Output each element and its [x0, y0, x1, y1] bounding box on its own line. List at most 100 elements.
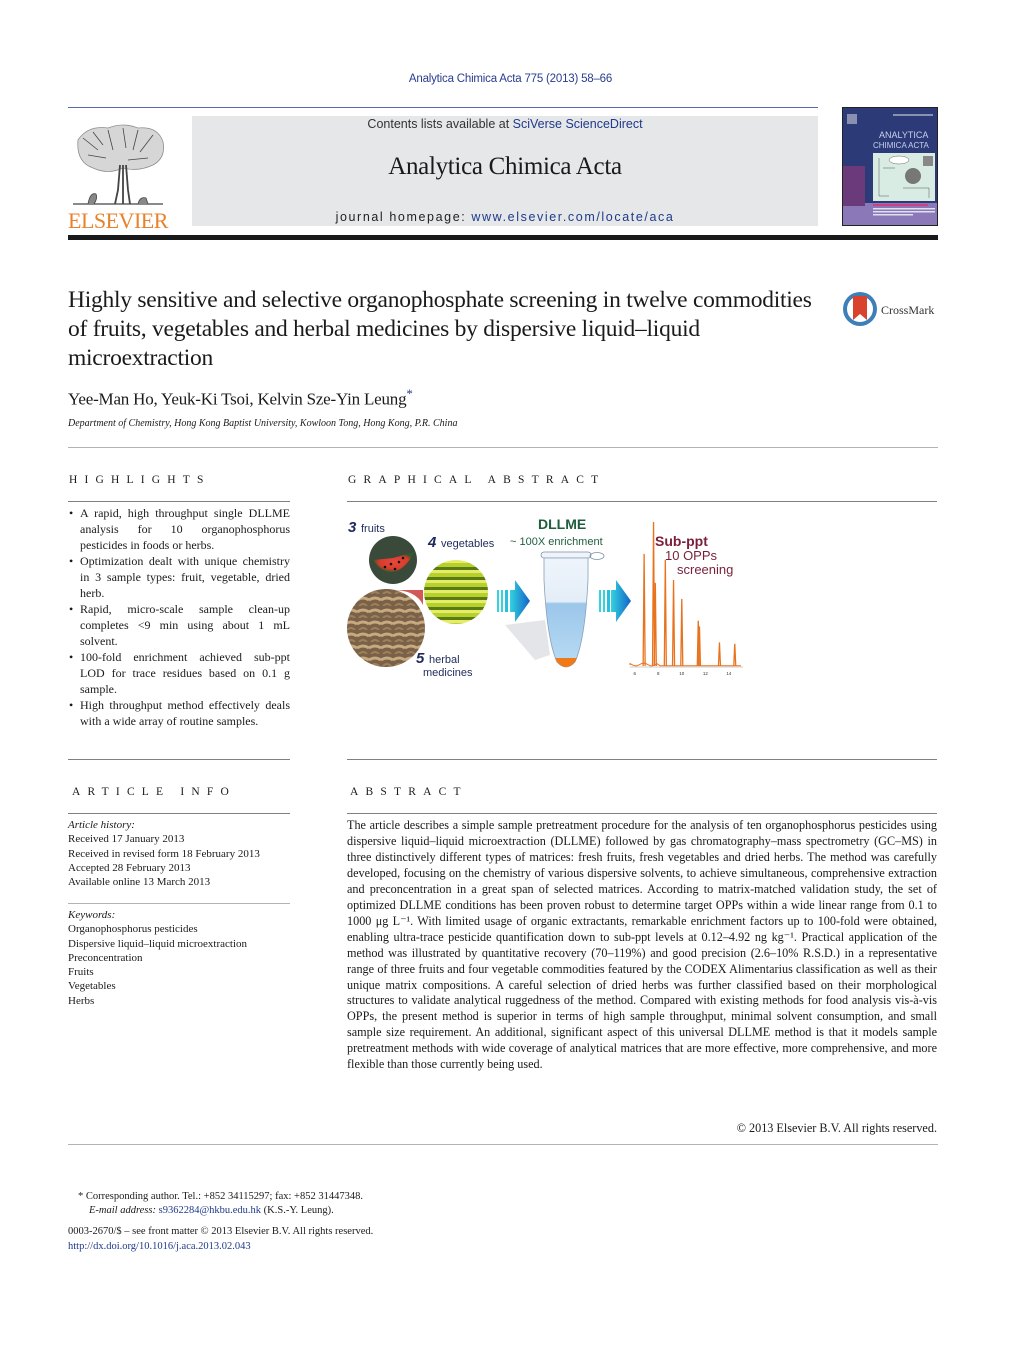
- fruits-count: 3: [348, 519, 357, 536]
- email-label: E-mail address:: [89, 1205, 156, 1216]
- corresponding-author-note: * Corresponding author. Tel.: +852 34115…: [78, 1190, 363, 1204]
- keyword-item: Vegetables: [68, 980, 116, 993]
- graphical-abstract-heading: GRAPHICAL ABSTRACT: [348, 474, 606, 486]
- keyword-item: Preconcentration: [68, 951, 143, 964]
- result-title: Sub-ppt: [655, 533, 708, 549]
- contents-prefix: Contents lists available at: [367, 117, 513, 131]
- herbs-label-1: herbal: [429, 654, 460, 666]
- author-list: Yee-Man Ho, Yeuk-Ki Tsoi, Kelvin Sze-Yin…: [68, 386, 413, 410]
- highlight-item: Rapid, micro-scale sample clean-up compl…: [68, 601, 290, 649]
- chromatogram-baseline: [629, 662, 741, 667]
- centrifuge-tube-icon: [540, 551, 605, 668]
- highlight-item: A rapid, high throughput single DLLME an…: [68, 505, 290, 553]
- graphical-abstract-bottom-rule: [347, 759, 937, 760]
- section-separator: [68, 447, 938, 448]
- email-suffix: (K.S.-Y. Leung).: [261, 1205, 334, 1216]
- article-info-rule: [68, 813, 290, 814]
- keyword-item: Organophosphorus pesticides: [68, 923, 198, 936]
- homepage-prefix: journal homepage:: [335, 210, 472, 224]
- highlights-bottom-rule: [68, 759, 290, 760]
- graphical-abstract-figure[interactable]: 3 fruits 4 vegetables 5 herbal medicines…: [345, 510, 750, 685]
- cover-title-1: ANALYTICA: [879, 130, 928, 140]
- history-item: Received in revised form 18 February 201…: [68, 847, 260, 860]
- doi-link[interactable]: http://dx.doi.org/10.1016/j.aca.2013.02.…: [68, 1241, 251, 1252]
- chromatogram-tick-label: 10: [679, 671, 685, 676]
- article-history: Article history: Received 17 January 201…: [68, 818, 290, 889]
- chromatogram-peak: [671, 579, 676, 667]
- journal-cover-image[interactable]: ANALYTICA CHIMICA ACTA: [842, 107, 938, 226]
- email-line: E-mail address: s9362284@hkbu.edu.hk (K.…: [89, 1205, 334, 1216]
- graphical-abstract-svg: 3 fruits 4 vegetables 5 herbal medicines…: [347, 516, 743, 679]
- journal-name: Analytica Chimica Acta: [388, 153, 622, 180]
- journal-cover-art: ANALYTICA CHIMICA ACTA: [843, 108, 937, 225]
- dllme-subtitle: ~ 100X enrichment: [510, 536, 603, 548]
- chromatogram-tick-label: 6: [633, 671, 636, 676]
- chromatogram-peak: [717, 642, 722, 667]
- history-label: Article history:: [68, 819, 135, 831]
- chromatogram-peak: [733, 643, 737, 667]
- highlights-heading: HIGHLIGHTS: [69, 474, 211, 486]
- header-top-rule: [68, 107, 818, 108]
- chromatogram-tick-label: 12: [703, 671, 709, 676]
- chromatogram-tick-label: 8: [657, 671, 660, 676]
- arrow-right-icon: [497, 580, 530, 622]
- vegetables-image: [424, 560, 488, 624]
- keyword-item: Fruits: [68, 966, 94, 979]
- vegetables-label: vegetables: [441, 538, 495, 550]
- highlight-item: High throughput method effectively deals…: [68, 697, 290, 729]
- article-info-heading: ARTICLE INFO: [72, 786, 236, 798]
- highlights-rule: [68, 501, 290, 502]
- dllme-title: DLLME: [538, 516, 586, 532]
- elsevier-logo[interactable]: ELSEVIER: [68, 115, 188, 233]
- affiliation: Department of Chemistry, Hong Kong Bapti…: [68, 418, 458, 429]
- contents-line: Contents lists available at SciVerse Sci…: [192, 117, 818, 131]
- chromatogram-peak: [653, 582, 657, 667]
- homepage-link[interactable]: www.elsevier.com/locate/aca: [471, 210, 674, 224]
- highlight-item: Optimization dealt with unique chemistry…: [68, 553, 290, 601]
- cover-title-2: CHIMICA ACTA: [873, 141, 930, 150]
- keywords-rule: [68, 903, 290, 904]
- journal-citation-link[interactable]: Analytica Chimica Acta 775 (2013) 58–66: [0, 73, 1021, 85]
- crossmark-button[interactable]: CrossMark: [841, 290, 941, 330]
- chromatogram-peak: [680, 598, 684, 667]
- herbs-label-2: medicines: [423, 667, 473, 679]
- keyword-item: Herbs: [68, 994, 95, 1007]
- history-item: Accepted 28 February 2013: [68, 861, 191, 874]
- history-item: Available online 13 March 2013: [68, 876, 211, 889]
- abstract-text: The article describes a simple sample pr…: [347, 818, 937, 1072]
- homepage-line: journal homepage: www.elsevier.com/locat…: [192, 210, 818, 224]
- graphical-abstract-rule: [347, 501, 937, 502]
- keyword-item: Dispersive liquid–liquid microextraction: [68, 937, 248, 950]
- email-link[interactable]: s9362284@hkbu.edu.hk: [159, 1205, 261, 1216]
- corresponding-author-mark[interactable]: *: [406, 386, 413, 401]
- chromatogram-tick-label: 14: [726, 671, 732, 676]
- abstract-copyright: © 2013 Elsevier B.V. All rights reserved…: [736, 1121, 937, 1135]
- elsevier-wordmark: ELSEVIER: [68, 208, 168, 233]
- result-line-1: 10 OPPs: [665, 548, 718, 563]
- header-thick-rule: [68, 235, 938, 240]
- chromatogram-peak: [642, 553, 646, 667]
- abstract-heading: ABSTRACT: [350, 786, 468, 798]
- history-item: Received 17 January 2013: [68, 833, 185, 846]
- keywords-label: Keywords:: [68, 909, 116, 921]
- fruits-label: fruits: [361, 523, 385, 535]
- herbs-count: 5: [416, 650, 425, 667]
- herbal-medicines-image: [347, 589, 425, 667]
- crossmark-label: CrossMark: [881, 303, 934, 317]
- footnote-text: Corresponding author. Tel.: +852 3411529…: [83, 1191, 363, 1202]
- crossmark-icon: CrossMark: [843, 292, 934, 326]
- keywords: Keywords: Organophosphorus pesticides Di…: [68, 908, 290, 1008]
- abstract-rule: [347, 813, 937, 814]
- highlight-item: 100-fold enrichment achieved sub-ppt LOD…: [68, 649, 290, 697]
- result-line-2: screening: [677, 562, 733, 577]
- issn-line: 0003-2670/$ – see front matter © 2013 El…: [68, 1226, 374, 1237]
- highlights-list: A rapid, high throughput single DLLME an…: [68, 505, 290, 729]
- arrow-right-icon: [599, 580, 631, 622]
- vegetables-count: 4: [427, 534, 437, 551]
- article-title: Highly sensitive and selective organopho…: [68, 287, 812, 371]
- chromatogram-peak: [663, 559, 667, 667]
- sciencedirect-link[interactable]: SciVerse ScienceDirect: [513, 117, 643, 131]
- authors-text: Yee-Man Ho, Yeuk-Ki Tsoi, Kelvin Sze-Yin…: [68, 389, 407, 409]
- footer-separator: [68, 1144, 938, 1145]
- elsevier-tree-icon: [73, 124, 164, 205]
